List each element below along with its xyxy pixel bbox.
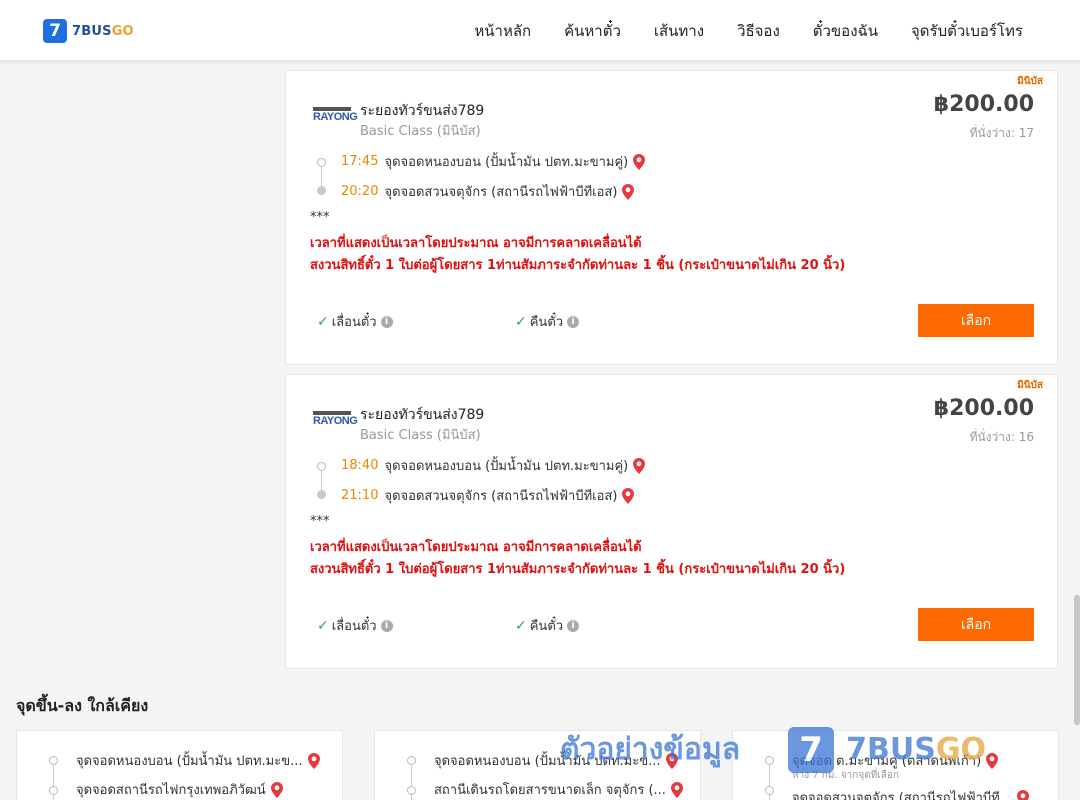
depart-dot <box>317 158 326 167</box>
vehicle-tag: มินิบัส <box>1017 380 1043 391</box>
depart-stop: 18:40 จุดจอดหนองบอน (ปั้มน้ำมัน ปตท.มะขา… <box>341 455 646 476</box>
main-nav: หน้าหลัก ค้นหาตั๋ว เส้นทาง วิธีจอง ตั๋วข… <box>474 19 1023 43</box>
vehicle-tag: มินิบัส <box>1017 76 1043 87</box>
service-class: Basic Class (มินิบัส) <box>360 428 481 443</box>
depart-time: 17:45 <box>341 154 379 169</box>
nav-my-tickets[interactable]: ตั๋วของฉัน <box>813 19 878 43</box>
nav-pickup-points[interactable]: จุดรับตั๋วเบอร์โทร <box>911 19 1023 43</box>
nearby-distance: ห่าง 7 กม. จากจุดที่เลือก <box>792 770 899 781</box>
info-icon[interactable]: i <box>380 619 393 632</box>
depart-stop: 17:45 จุดจอดหนองบอน (ปั้มน้ำมัน ปตท.มะขา… <box>341 151 646 172</box>
nearby-stop-b: จุดจอดสวนจตุจักร (สถานีรถไฟฟ้าบีที... <box>792 787 1030 800</box>
operator-name: ระยองทัวร์ขนส่ง789 <box>360 407 485 423</box>
depart-stop-name: จุดจอดหนองบอน (ปั้มน้ำมัน ปตท.มะขามคู่) <box>384 155 629 170</box>
option-change-ticket: ✓ เลื่อนตั๋ว i <box>317 311 393 332</box>
map-pin-icon[interactable] <box>633 153 646 170</box>
operator-logo: RAYONG <box>313 411 358 429</box>
select-trip-button[interactable]: เลือก <box>918 304 1034 337</box>
option-refund-ticket: ✓ คืนตั๋ว i <box>515 615 580 636</box>
check-icon: ✓ <box>317 617 329 634</box>
nav-routes[interactable]: เส้นทาง <box>654 19 704 43</box>
option-refund-ticket: ✓ คืนตั๋ว i <box>515 311 580 332</box>
map-pin-icon[interactable] <box>307 752 320 769</box>
logo-mark: 7 <box>43 19 67 43</box>
arrive-time: 21:10 <box>341 488 379 503</box>
arrive-stop: 21:10 จุดจอดสวนจตุจักร (สถานีรถไฟฟ้าบีที… <box>341 485 635 506</box>
arrive-stop-name: จุดจอดสวนจตุจักร (สถานีรถไฟฟ้าบีทีเอส) <box>384 489 618 504</box>
map-pin-icon[interactable] <box>622 183 635 200</box>
select-trip-button[interactable]: เลือก <box>918 608 1034 641</box>
info-icon[interactable]: i <box>567 619 580 632</box>
nearby-stop-card[interactable]: จุดจอดหนองบอน (ปั้มน้ำมัน ปตท.มะข... จุด… <box>16 730 343 800</box>
nearby-stop-b: สถานีเดินรถโดยสารขนาดเล็ก จตุจักร (... <box>434 779 683 800</box>
map-pin-icon[interactable] <box>270 781 283 798</box>
info-icon[interactable]: i <box>567 315 580 328</box>
operator-name: ระยองทัวร์ขนส่ง789 <box>360 103 485 119</box>
site-logo[interactable]: 7 7BUSGO <box>43 19 134 43</box>
depart-stop-name: จุดจอดหนองบอน (ปั้มน้ำมัน ปตท.มะขามคู่) <box>384 459 629 474</box>
ticket-price: ฿200.00 <box>933 92 1034 117</box>
nearby-stop-card[interactable]: จุดจอด ต.มะขามคู่ (ตลาดนพเก้า) ห่าง 7 กม… <box>732 730 1059 800</box>
map-pin-icon[interactable] <box>633 457 646 474</box>
trip-card: มินิบัส RAYONG ระยองทัวร์ขนส่ง789 Basic … <box>285 374 1058 669</box>
depart-time: 18:40 <box>341 458 379 473</box>
check-icon: ✓ <box>515 617 527 634</box>
seats-available: ที่นั่งว่าง: 16 <box>969 430 1034 444</box>
check-icon: ✓ <box>317 313 329 330</box>
nav-home[interactable]: หน้าหลัก <box>474 19 531 43</box>
nearby-stops-title: จุดขึ้น-ลง ใกล้เคียง <box>16 696 149 715</box>
map-pin-icon[interactable] <box>665 752 678 769</box>
arrive-dot <box>317 186 326 195</box>
nearby-stop-card[interactable]: จุดจอดหนองบอน (ปั้มน้ำมัน ปตท.มะข... สถา… <box>374 730 701 800</box>
page-scrollbar[interactable] <box>1074 595 1080 725</box>
arrive-stop: 20:20 จุดจอดสวนจตุจักร (สถานีรถไฟฟ้าบีที… <box>341 181 635 202</box>
logo-text: 7BUSGO <box>72 23 134 39</box>
remark-stars: *** <box>310 210 330 225</box>
ticket-price: ฿200.00 <box>933 396 1034 421</box>
nearby-stop-b: จุดจอดสถานีรถไฟกรุงเทพอภิวัฒน์ <box>76 779 283 800</box>
trip-card: มินิบัส RAYONG ระยองทัวร์ขนส่ง789 Basic … <box>285 70 1058 365</box>
map-pin-icon[interactable] <box>670 781 683 798</box>
nav-search-ticket[interactable]: ค้นหาตั๋ว <box>564 19 621 43</box>
nearby-stop-a: จุดจอดหนองบอน (ปั้มน้ำมัน ปตท.มะข... <box>76 750 320 771</box>
check-icon: ✓ <box>515 313 527 330</box>
operator-logo: RAYONG <box>313 107 358 125</box>
map-pin-icon[interactable] <box>986 752 999 769</box>
depart-dot <box>317 462 326 471</box>
arrive-time: 20:20 <box>341 184 379 199</box>
option-change-ticket: ✓ เลื่อนตั๋ว i <box>317 615 393 636</box>
map-pin-icon[interactable] <box>622 487 635 504</box>
service-class: Basic Class (มินิบัส) <box>360 124 481 139</box>
seats-available: ที่นั่งว่าง: 17 <box>969 126 1034 140</box>
notice-time: เวลาที่แสดงเป็นเวลาโดยประมาณ อาจมีการคลา… <box>310 236 642 251</box>
info-icon[interactable]: i <box>380 315 393 328</box>
nav-how-to-book[interactable]: วิธีจอง <box>737 19 780 43</box>
arrive-dot <box>317 490 326 499</box>
arrive-stop-name: จุดจอดสวนจตุจักร (สถานีรถไฟฟ้าบีทีเอส) <box>384 185 618 200</box>
notice-luggage: สงวนสิทธิ์ตั๋ว 1 ใบต่อผู้โดยสาร 1ท่านสัม… <box>310 562 846 577</box>
notice-luggage: สงวนสิทธิ์ตั๋ว 1 ใบต่อผู้โดยสาร 1ท่านสัม… <box>310 258 846 273</box>
notice-time: เวลาที่แสดงเป็นเวลาโดยประมาณ อาจมีการคลา… <box>310 540 642 555</box>
top-header: 7 7BUSGO หน้าหลัก ค้นหาตั๋ว เส้นทาง วิธี… <box>0 0 1080 60</box>
nearby-stop-a: จุดจอดหนองบอน (ปั้มน้ำมัน ปตท.มะข... <box>434 750 678 771</box>
map-pin-icon[interactable] <box>1017 789 1030 800</box>
remark-stars: *** <box>310 514 330 529</box>
